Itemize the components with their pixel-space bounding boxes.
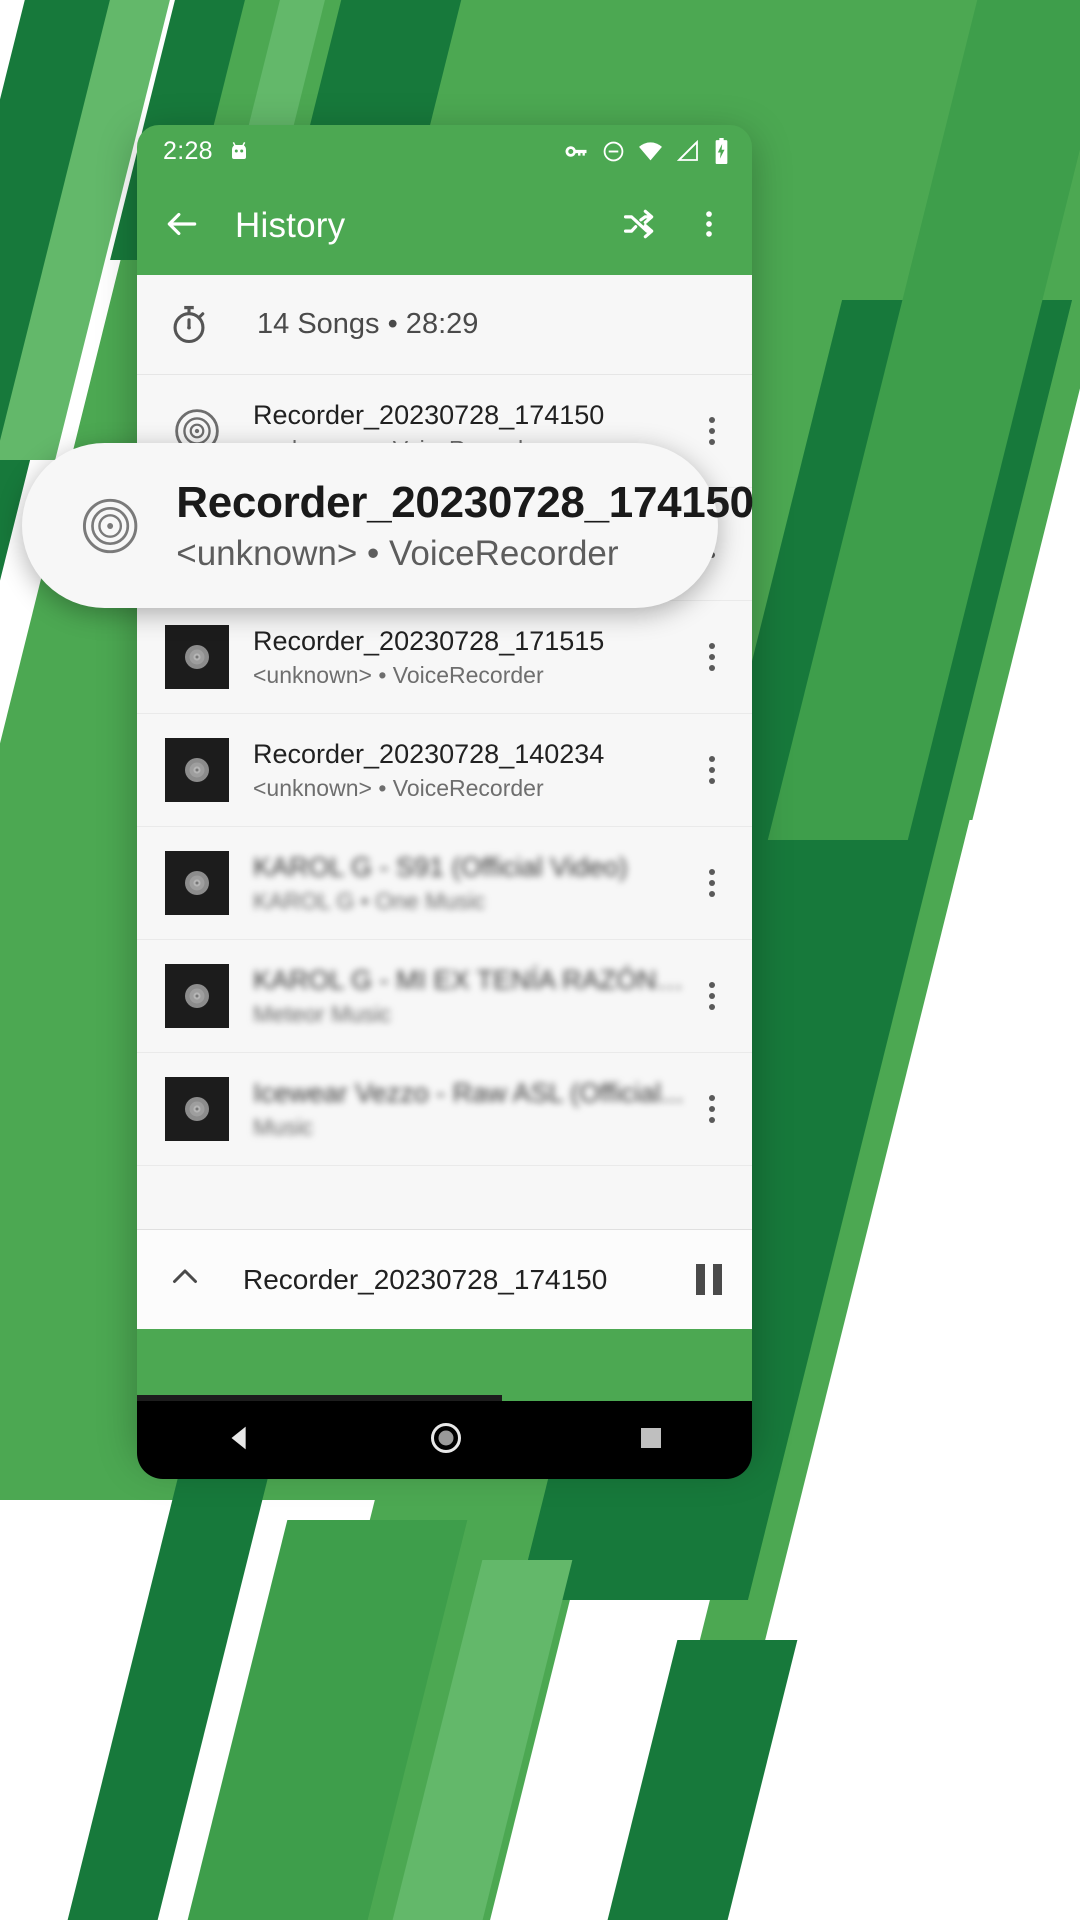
song-subtitle: <unknown> • VoiceRecorder: [253, 661, 544, 688]
more-dot: [709, 1106, 715, 1112]
vinyl-record-icon: [185, 1097, 209, 1121]
song-title: Recorder_20230728_174150: [253, 400, 605, 431]
magnified-title: Recorder_20230728_174150: [176, 477, 754, 527]
album-artwork: [165, 1077, 229, 1141]
phone-screen: 2:28 History 14 Songs • 28:29 Recorder_2…: [137, 125, 752, 1455]
album-artwork: [165, 964, 229, 1028]
page-title: History: [235, 206, 346, 245]
magnified-subtitle: <unknown> • VoiceRecorder: [176, 533, 619, 573]
pause-bar-left: [696, 1264, 705, 1295]
more-dot: [709, 767, 715, 773]
mini-player-title: Recorder_20230728_174150: [243, 1263, 608, 1295]
more-dot: [709, 665, 715, 671]
expand-player-button[interactable]: [167, 1259, 203, 1300]
shuffle-icon: [623, 209, 654, 238]
status-bar: 2:28: [137, 125, 752, 177]
vpn-key-icon: [565, 145, 587, 157]
vinyl-record-icon: [82, 498, 138, 553]
song-title: KAROL G - MI EX TENÍA RAZÓN (O...: [253, 965, 686, 996]
more-dot: [709, 880, 715, 886]
arrow-back-icon: [167, 212, 197, 235]
more-dot: [709, 778, 715, 784]
more-dot: [709, 1004, 715, 1010]
row-overflow-button[interactable]: [686, 982, 730, 1010]
list-item[interactable]: KAROL G - S91 (Official Video) KAROL G •…: [137, 827, 752, 940]
mini-player-bar[interactable]: Recorder_20230728_174150: [137, 1229, 752, 1329]
more-dot: [709, 993, 715, 999]
list-item[interactable]: KAROL G - MI EX TENÍA RAZÓN (O... Meteor…: [137, 940, 752, 1053]
album-artwork: [165, 738, 229, 802]
song-meta: Recorder_20230728_171515 <unknown> • Voi…: [253, 625, 686, 689]
song-title: Recorder_20230728_171515: [253, 626, 605, 657]
status-bar-left: 2:28: [163, 137, 251, 166]
list-item[interactable]: Icewear Vezzo - Raw ASL (Official... Mus…: [137, 1053, 752, 1166]
wifi-icon: [639, 141, 662, 160]
more-dot: [709, 1117, 715, 1123]
song-meta: KAROL G - MI EX TENÍA RAZÓN (O... Meteor…: [253, 964, 686, 1028]
song-title: Icewear Vezzo - Raw ASL (Official...: [253, 1078, 684, 1109]
more-dot: [709, 428, 715, 434]
song-subtitle: Music: [253, 1113, 314, 1140]
row-overflow-button[interactable]: [686, 1095, 730, 1123]
pause-bar-right: [713, 1264, 722, 1295]
list-item[interactable]: Recorder_20230728_140234 <unknown> • Voi…: [137, 714, 752, 827]
song-meta: Recorder_20230728_140234 <unknown> • Voi…: [253, 738, 686, 802]
vinyl-record-icon: [185, 645, 209, 669]
song-subtitle: KAROL G • One Music: [253, 887, 486, 914]
row-overflow-button[interactable]: [686, 756, 730, 784]
app-bar: History: [137, 177, 752, 275]
magnified-meta: Recorder_20230728_174150 <unknown> • Voi…: [176, 477, 754, 574]
more-dot: [709, 417, 715, 423]
overflow-menu-button[interactable]: [692, 207, 726, 246]
song-meta: Icewear Vezzo - Raw ASL (Official... Mus…: [253, 1077, 686, 1141]
song-meta: KAROL G - S91 (Official Video) KAROL G •…: [253, 851, 686, 915]
vinyl-record-icon: [185, 871, 209, 895]
nav-recents-button[interactable]: [636, 1423, 666, 1458]
do-not-disturb-icon: [603, 141, 624, 161]
magnified-item-tooltip: Recorder_20230728_174150 <unknown> • Voi…: [22, 443, 754, 608]
triangle-back-icon: [231, 1426, 246, 1449]
chevron-up-icon: [173, 1269, 197, 1283]
back-button[interactable]: [163, 205, 201, 248]
stopwatch-icon: [173, 305, 205, 343]
mini-player-controls: [696, 1264, 722, 1295]
song-title: Recorder_20230728_140234: [253, 739, 605, 770]
more-dot: [709, 891, 715, 897]
song-subtitle: <unknown> • VoiceRecorder: [253, 774, 544, 801]
app-bar-actions: [620, 205, 726, 248]
nav-back-button[interactable]: [223, 1421, 257, 1460]
more-dot: [709, 1095, 715, 1101]
song-subtitle: Meteor Music: [253, 1000, 392, 1027]
more-dot: [709, 439, 715, 445]
status-clock: 2:28: [163, 136, 213, 165]
shuffle-button[interactable]: [620, 205, 658, 248]
more-dot: [709, 756, 715, 762]
summary-text: 14 Songs • 28:29: [257, 308, 479, 340]
vinyl-record-icon: [185, 758, 209, 782]
song-title: KAROL G - S91 (Official Video): [253, 852, 628, 883]
album-artwork: [165, 851, 229, 915]
more-vertical-icon: [706, 210, 712, 237]
more-dot: [709, 654, 715, 660]
list-item[interactable]: Recorder_20230728_171515 <unknown> • Voi…: [137, 601, 752, 714]
more-dot: [709, 982, 715, 988]
more-dot: [709, 643, 715, 649]
vinyl-record-icon: [185, 984, 209, 1008]
pause-button[interactable]: [696, 1264, 722, 1295]
row-overflow-button[interactable]: [686, 869, 730, 897]
cellular-signal-off-icon: [676, 139, 698, 161]
robot-notification-icon: [231, 142, 246, 159]
row-overflow-button[interactable]: [686, 643, 730, 671]
history-content: 14 Songs • 28:29 Recorder_20230728_17415…: [137, 275, 752, 1329]
album-artwork: [165, 625, 229, 689]
battery-charging-icon: [715, 138, 728, 164]
android-navigation-bar: [137, 1395, 752, 1479]
status-bar-right: [564, 138, 730, 164]
playlist-summary-row: 14 Songs • 28:29: [137, 275, 752, 375]
nav-home-button[interactable]: [428, 1420, 464, 1461]
square-recents-icon: [641, 1427, 662, 1448]
circle-home-icon: [431, 1422, 462, 1453]
more-dot: [709, 869, 715, 875]
row-overflow-button[interactable]: [686, 417, 730, 445]
